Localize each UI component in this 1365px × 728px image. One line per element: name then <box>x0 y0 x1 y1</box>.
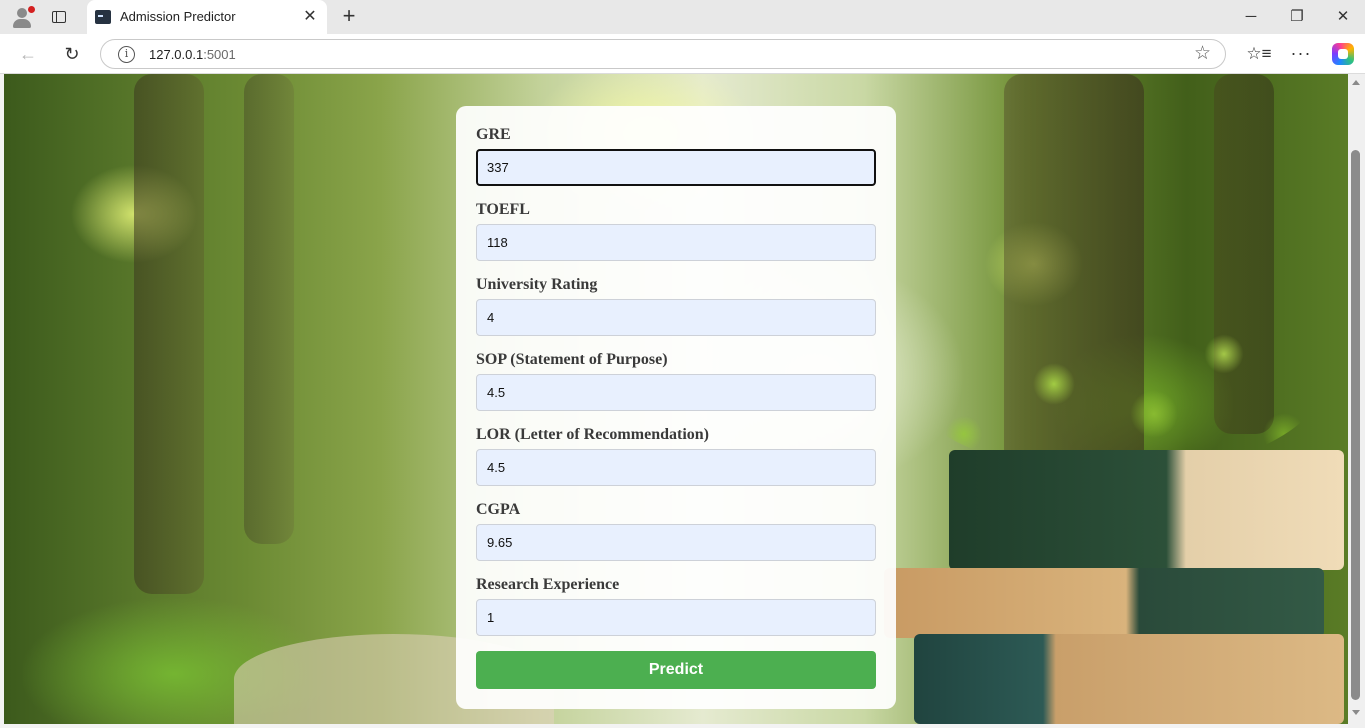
toefl-input[interactable] <box>476 224 876 261</box>
background-plant <box>904 284 1324 474</box>
cgpa-label: CGPA <box>476 501 521 518</box>
background-tree-trunk <box>244 74 294 544</box>
scroll-thumb[interactable] <box>1351 150 1360 700</box>
background-book <box>949 450 1344 570</box>
copilot-icon[interactable] <box>1332 43 1354 65</box>
navigation-bar: ← ↻ i 127.0.0.1:5001 ☆ ☆≡ ··· <box>0 34 1365 74</box>
background-tree-trunk <box>134 74 204 594</box>
star-icon[interactable]: ☆ <box>1194 43 1211 65</box>
gre-label: GRE <box>476 126 511 143</box>
research-experience-input[interactable] <box>476 599 876 636</box>
new-tab-button[interactable]: + <box>337 5 361 29</box>
background-book <box>884 568 1324 638</box>
university-rating-input[interactable] <box>476 299 876 336</box>
gre-input[interactable] <box>476 149 876 186</box>
profile-avatar-icon[interactable] <box>10 5 35 29</box>
terminal-favicon-icon <box>95 10 111 24</box>
research-experience-label: Research Experience <box>476 576 620 593</box>
url-text[interactable]: 127.0.0.1:5001 <box>149 47 236 62</box>
tab-admission-predictor[interactable]: Admission Predictor ✕ <box>87 0 327 34</box>
avatar-body <box>13 19 31 28</box>
back-arrow-icon[interactable]: ← <box>14 41 42 67</box>
url-host: 127.0.0.1 <box>149 47 204 62</box>
page-background: GRE TOEFL University Rating SOP (Stateme… <box>4 74 1348 724</box>
sop-input[interactable] <box>476 374 876 411</box>
predict-button[interactable]: Predict <box>476 651 876 689</box>
admission-form: GRE TOEFL University Rating SOP (Stateme… <box>456 106 896 709</box>
address-bar[interactable]: i 127.0.0.1:5001 ☆ <box>100 39 1226 69</box>
favorites-icon[interactable]: ☆≡ <box>1246 41 1272 67</box>
notification-dot <box>28 6 35 13</box>
restore-button[interactable]: ❐ <box>1274 4 1320 30</box>
tab-title: Admission Predictor <box>120 9 236 24</box>
more-icon[interactable]: ··· <box>1288 41 1314 67</box>
minimize-button[interactable]: ─ <box>1228 4 1274 30</box>
university-rating-label: University Rating <box>476 276 598 293</box>
url-port: :5001 <box>203 47 236 62</box>
toefl-label: TOEFL <box>476 201 530 218</box>
tab-strip: Admission Predictor ✕ + ─ ❐ ✕ <box>0 0 1365 34</box>
close-window-button[interactable]: ✕ <box>1320 4 1365 30</box>
lor-label: LOR (Letter of Recommendation) <box>476 426 709 443</box>
tab-close-icon[interactable]: ✕ <box>299 6 321 28</box>
reload-icon[interactable]: ↻ <box>58 41 86 67</box>
scroll-down-arrow-icon[interactable] <box>1352 710 1360 715</box>
sop-label: SOP (Statement of Purpose) <box>476 351 668 368</box>
background-book <box>914 634 1344 724</box>
scroll-up-arrow-icon[interactable] <box>1352 80 1360 85</box>
tab-actions-bar <box>52 11 57 23</box>
avatar-head <box>17 8 27 18</box>
cgpa-input[interactable] <box>476 524 876 561</box>
lor-input[interactable] <box>476 449 876 486</box>
page-scrollbar[interactable] <box>1348 74 1365 728</box>
tab-actions-icon[interactable] <box>50 8 68 26</box>
info-icon[interactable]: i <box>118 46 135 63</box>
